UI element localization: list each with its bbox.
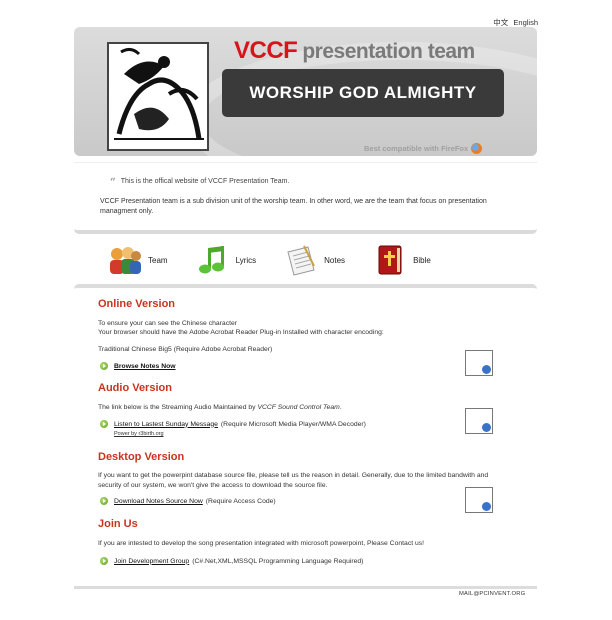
worship-dancers-logo (107, 42, 209, 151)
join-us-title: Join Us (98, 518, 138, 530)
main-nav: Team Lyrics Notes Bible (108, 242, 459, 278)
main-content: Online Version To ensure your can see th… (74, 284, 537, 592)
download-notes-link[interactable]: Download Notes Source Now (114, 498, 203, 505)
audio-team-name: VCCF Sound Control Team (257, 404, 340, 411)
browse-notes-link[interactable]: Browse Notes Now (114, 363, 176, 370)
audio-text-after: . (339, 404, 342, 411)
audio-thumbnail-image (465, 408, 493, 434)
nav-item-bible[interactable]: Bible (373, 242, 431, 278)
intro-quote-text: This is the offical website of VCCF Pres… (120, 178, 290, 185)
nav-item-notes[interactable]: Notes (284, 242, 345, 278)
join-group-requirement: (C#.Net,XML,MSSQL Programming Language R… (192, 557, 364, 565)
audio-version-title: Audio Version (98, 382, 172, 394)
online-line-3: Traditional Chinese Big5 (Require Adobe … (98, 346, 273, 353)
nav-lyrics-label: Lyrics (235, 255, 257, 265)
lang-english-link[interactable]: English (513, 18, 538, 27)
firefox-icon (471, 143, 483, 154)
firefox-compat-text: Best compatible with FireFox (364, 144, 469, 153)
tagline-text: WORSHIP GOD ALMIGHTY (249, 83, 477, 102)
powered-by-link[interactable]: Power by r3birth.org (114, 431, 164, 437)
team-icon (108, 244, 142, 276)
nav-item-team[interactable]: Team (108, 242, 168, 278)
nav-item-lyrics[interactable]: Lyrics (196, 242, 257, 278)
arrow-bullet-icon (100, 497, 108, 505)
join-group-link[interactable]: Join Development Group (114, 558, 189, 565)
site-title-vccf: VCCF (234, 37, 298, 64)
download-notes-requirement: (Require Access Code) (205, 497, 276, 505)
desktop-thumbnail-image (465, 487, 493, 513)
audio-text-before: The link below is the Streaming Audio Ma… (98, 404, 256, 411)
tagline-box: WORSHIP GOD ALMIGHTY (222, 69, 504, 117)
nav-notes-label: Notes (324, 255, 346, 265)
music-note-icon (196, 244, 230, 276)
online-thumbnail-image (465, 350, 493, 376)
desktop-description: If you want to get the powerpint databas… (98, 472, 489, 489)
intro-description: VCCF Presentation team is a sub division… (100, 198, 487, 215)
site-title-suffix: presentation team (302, 40, 475, 63)
join-group-row: Join Development Group (C#.Net,XML,MSSQL… (100, 557, 363, 565)
online-line-2: Your browser should have the Adobe Acrob… (98, 329, 384, 336)
header-banner: VCCF presentation team WORSHIP GOD ALMIGH… (74, 27, 537, 156)
nav-bible-label: Bible (413, 255, 431, 265)
arrow-bullet-icon (100, 362, 108, 370)
intro-quote: “ This is the offical website of VCCF Pre… (110, 177, 289, 188)
quote-mark-icon: “ (110, 177, 116, 188)
online-version-title: Online Version (98, 298, 176, 310)
browse-notes-row: Browse Notes Now (100, 362, 179, 370)
arrow-bullet-icon (100, 557, 108, 565)
listen-message-row: Listen to Lastest Sunday Message (Requir… (100, 420, 366, 428)
arrow-bullet-icon (100, 420, 108, 428)
bible-icon (373, 244, 407, 276)
site-title: VCCF presentation team (234, 37, 475, 65)
nav-team-label: Team (148, 255, 168, 265)
listen-message-requirement: (Require Microsoft Media Player/WMA Deco… (220, 420, 366, 428)
audio-description: The link below is the Streaming Audio Ma… (98, 403, 508, 413)
footer-email: MAIL@PCINVENT.ORG (459, 591, 526, 597)
download-notes-row: Download Notes Source Now (Require Acces… (100, 497, 276, 505)
join-description: If you are intested to develop the song … (98, 540, 425, 547)
notes-icon (284, 244, 318, 276)
firefox-compat-note: Best compatible with FireFox (364, 143, 483, 154)
listen-message-link[interactable]: Listen to Lastest Sunday Message (114, 421, 218, 428)
lang-chinese-link[interactable]: 中文 (493, 18, 508, 27)
desktop-version-title: Desktop Version (98, 451, 185, 463)
intro-panel: “ This is the offical website of VCCF Pre… (74, 162, 537, 234)
